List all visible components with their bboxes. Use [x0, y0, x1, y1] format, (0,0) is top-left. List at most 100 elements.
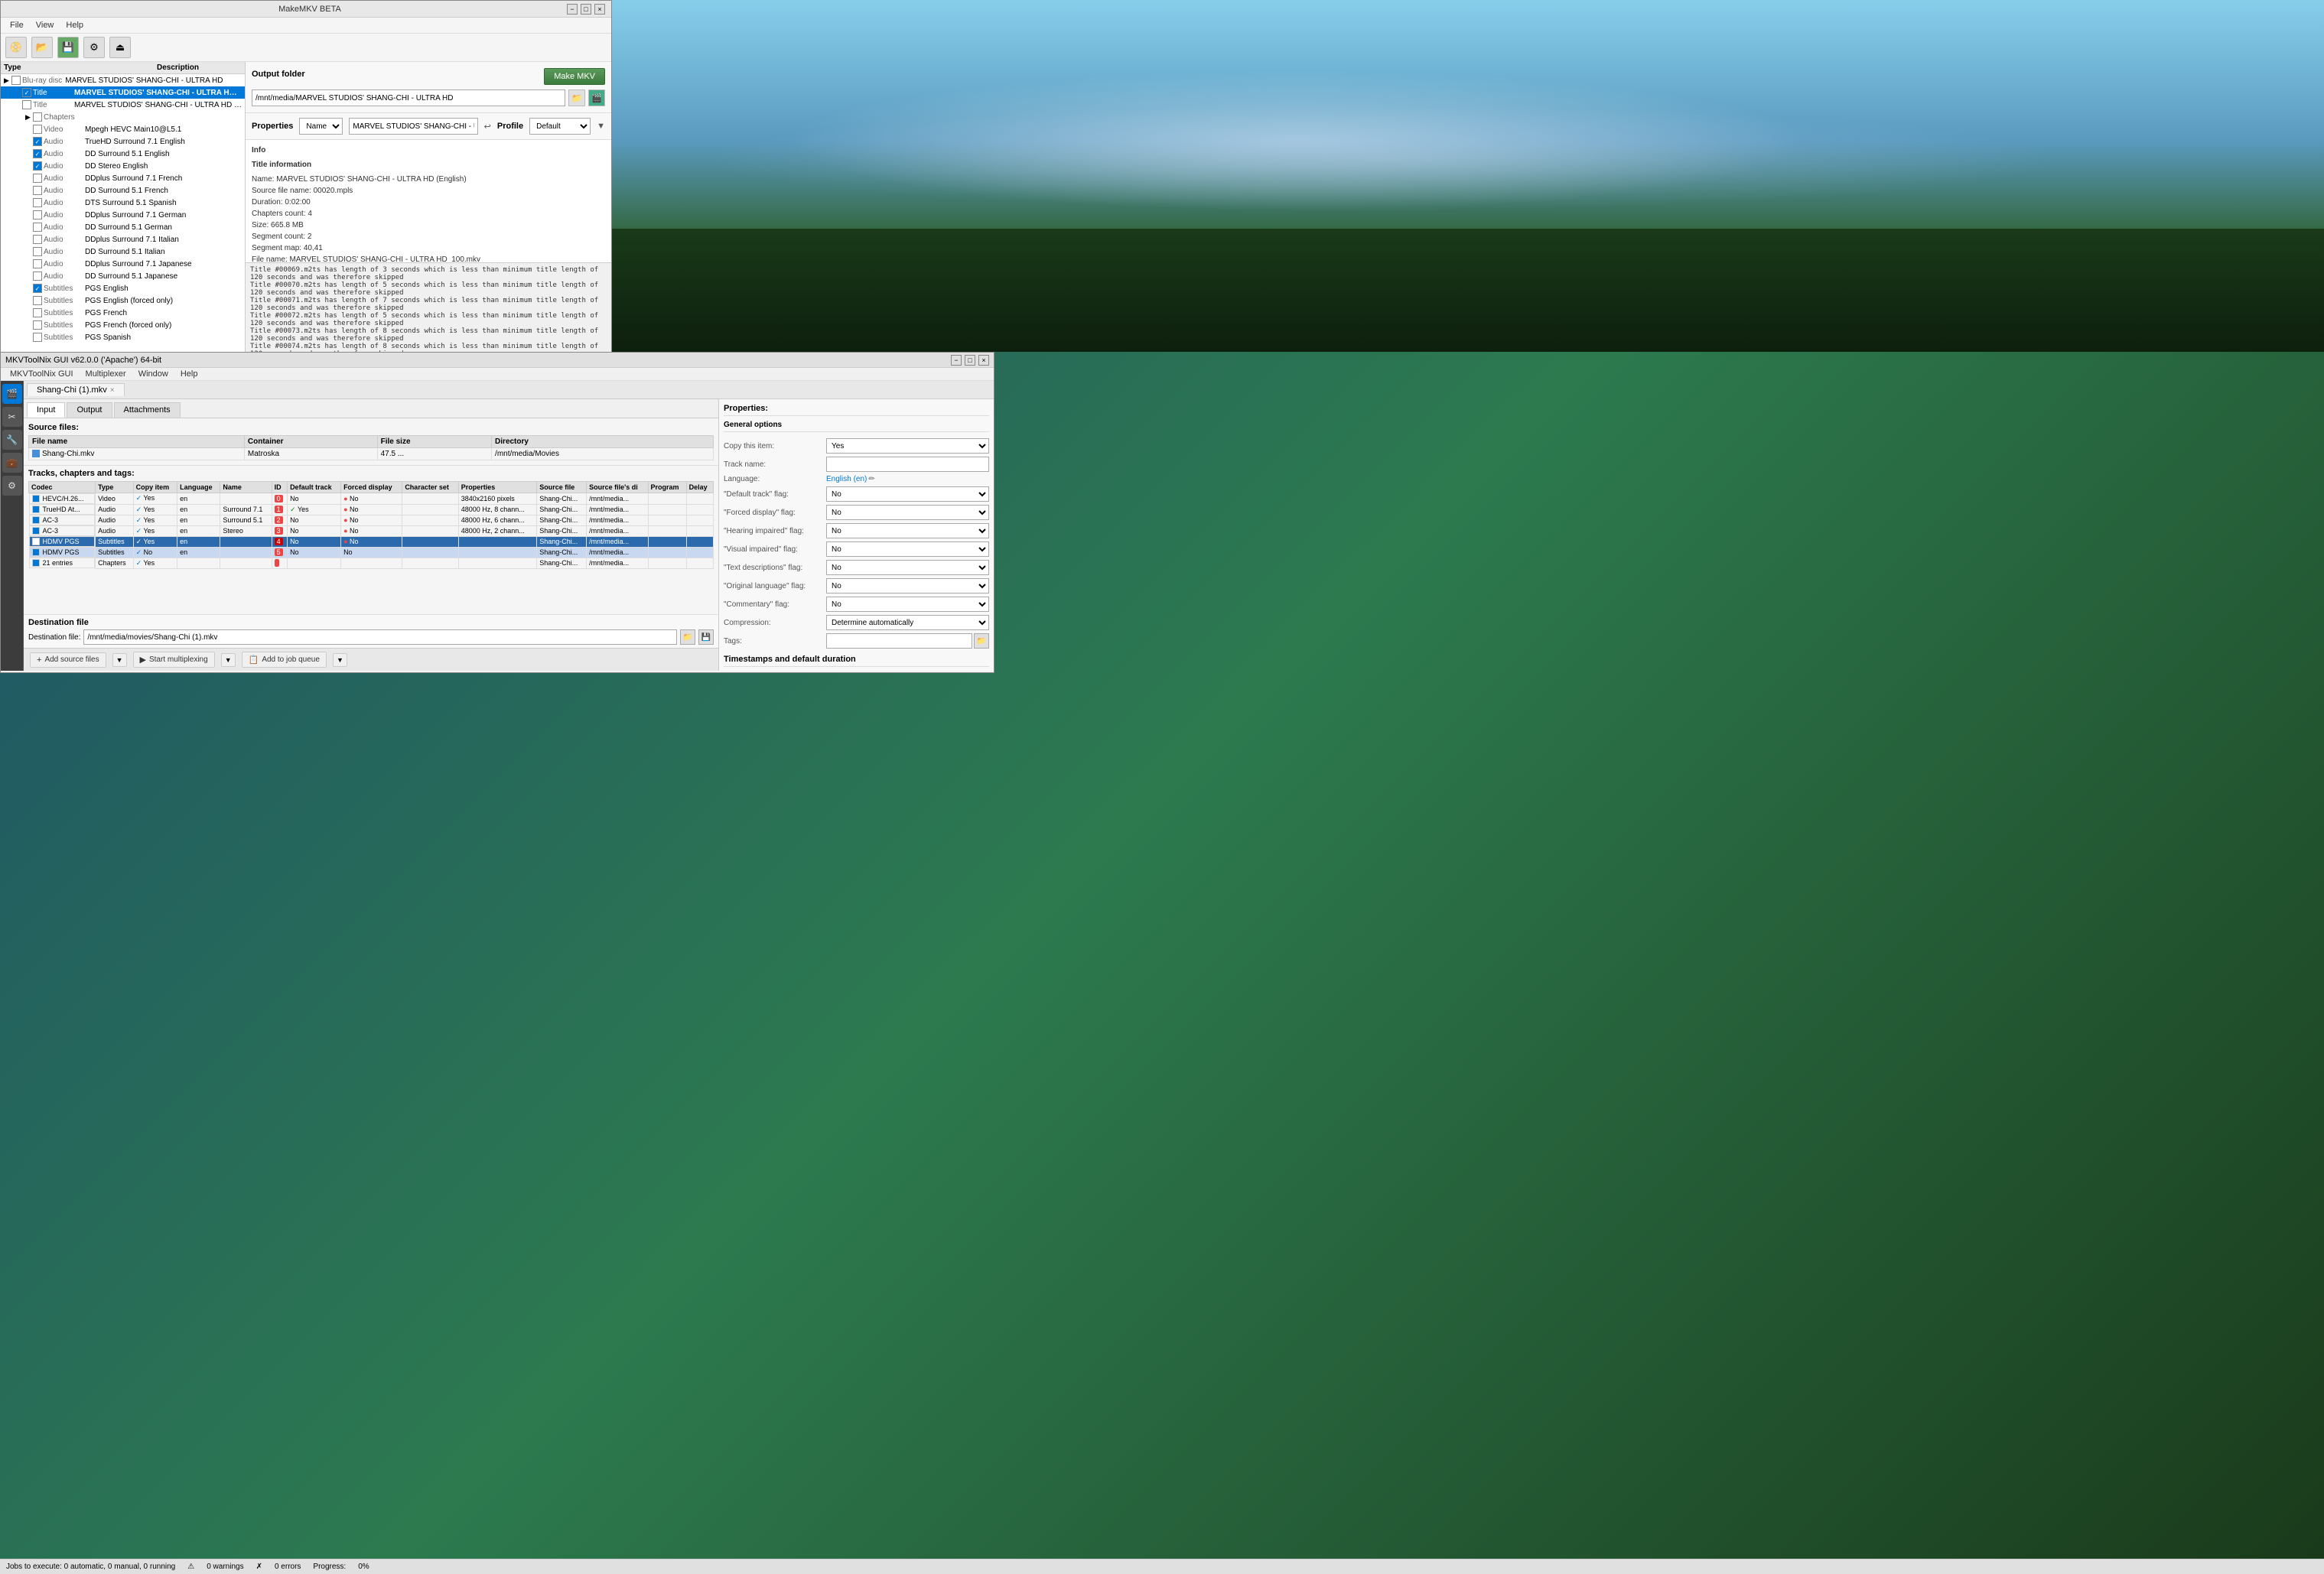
property-dropdown[interactable]: No: [826, 505, 989, 520]
destination-browse-button[interactable]: 📁: [680, 629, 695, 645]
tree-checkbox[interactable]: [33, 125, 42, 134]
tree-checkbox[interactable]: [33, 112, 42, 122]
tree-item[interactable]: ✓SubtitlesPGS English: [1, 282, 245, 294]
menu-view[interactable]: View: [30, 19, 60, 31]
tree-checkbox[interactable]: [22, 100, 31, 109]
track-row[interactable]: AC-3 Audio ✓ Yes en Stereo 3 No ● No 480…: [29, 525, 714, 536]
menu-file[interactable]: File: [4, 19, 30, 31]
menu-help[interactable]: Help: [174, 369, 204, 379]
tree-checkbox[interactable]: [33, 186, 42, 195]
property-dropdown[interactable]: No: [826, 597, 989, 612]
tree-checkbox[interactable]: [33, 333, 42, 342]
property-dropdown[interactable]: No: [826, 541, 989, 557]
property-dropdown[interactable]: No: [826, 523, 989, 538]
tree-checkbox[interactable]: [33, 308, 42, 317]
track-row[interactable]: HDMV PGS Subtitles ✓ Yes en 4 No ● No Sh…: [29, 536, 714, 547]
tree-item[interactable]: ✓AudioDD Surround 5.1 English: [1, 148, 245, 160]
tree-item[interactable]: AudioDD Surround 5.1 French: [1, 184, 245, 197]
menu-multiplexer[interactable]: Multiplexer: [80, 369, 132, 379]
tree-checkbox[interactable]: [33, 198, 42, 207]
tree-checkbox[interactable]: [11, 76, 21, 85]
mkvtoolnix-maximize-button[interactable]: □: [965, 355, 975, 366]
tree-item[interactable]: SubtitlesPGS French: [1, 307, 245, 319]
eject-button[interactable]: ⏏: [109, 37, 131, 58]
tree-checkbox[interactable]: ✓: [22, 88, 31, 97]
tree-checkbox[interactable]: [33, 235, 42, 244]
property-file-input[interactable]: [826, 633, 972, 649]
tree-checkbox[interactable]: [33, 210, 42, 220]
menu-window[interactable]: Window: [132, 369, 174, 379]
track-row[interactable]: 21 entries Chapters ✓ Yes Shang-Chi... /…: [29, 558, 714, 568]
tree-item[interactable]: VideoMpegh HEVC Main10@L5.1: [1, 123, 245, 135]
settings-button[interactable]: ⚙: [83, 37, 105, 58]
output-folder-input[interactable]: [252, 89, 565, 106]
tree-item[interactable]: ▶Chapters: [1, 111, 245, 123]
tree-checkbox[interactable]: [33, 320, 42, 330]
tab-output[interactable]: Output: [67, 402, 112, 418]
property-file-button[interactable]: 📁: [974, 633, 989, 649]
file-row[interactable]: Shang-Chi.mkv Matroska 47.5 ... /mnt/med…: [29, 448, 714, 460]
property-link[interactable]: English (en): [826, 475, 867, 483]
open-disc-button[interactable]: 📀: [5, 37, 27, 58]
tree-item[interactable]: AudioDDplus Surround 7.1 Italian: [1, 233, 245, 246]
name-input[interactable]: [349, 118, 477, 135]
start-multiplexing-arrow[interactable]: ▼: [221, 653, 236, 667]
property-dropdown[interactable]: No: [826, 578, 989, 594]
sidebar-split-icon[interactable]: ✂: [2, 407, 22, 427]
tree-item[interactable]: AudioDDplus Surround 7.1 Japanese: [1, 258, 245, 270]
tree-item[interactable]: ✓TitleMARVEL STUDIOS' SHANG-CHI - ULTRA …: [1, 86, 245, 99]
log-section[interactable]: Title #00069.m2ts has length of 3 second…: [246, 262, 611, 354]
add-to-job-queue-button[interactable]: 📋 Add to job queue: [242, 652, 327, 668]
edit-icon[interactable]: ✏: [868, 475, 874, 483]
add-source-files-button[interactable]: + Add source files: [30, 652, 106, 668]
tree-checkbox[interactable]: [33, 272, 42, 281]
property-dropdown[interactable]: Determine automatically: [826, 615, 989, 630]
tree-item[interactable]: ✓AudioDD Stereo English: [1, 160, 245, 172]
track-row[interactable]: TrueHD At... Audio ✓ Yes en Surround 7.1…: [29, 504, 714, 515]
tree-item[interactable]: SubtitlesPGS Spanish: [1, 331, 245, 343]
main-tab[interactable]: Shang-Chi (1).mkv ×: [27, 383, 125, 396]
tree-item[interactable]: AudioDDplus Surround 7.1 German: [1, 209, 245, 221]
tab-attachments[interactable]: Attachments: [114, 402, 181, 418]
property-dropdown[interactable]: No: [826, 560, 989, 575]
tree-checkbox[interactable]: [33, 247, 42, 256]
tree-checkbox[interactable]: [33, 259, 42, 268]
sidebar-tools-icon[interactable]: 🔧: [2, 430, 22, 450]
tree-item[interactable]: SubtitlesPGS English (forced only): [1, 294, 245, 307]
minimize-button[interactable]: −: [567, 4, 578, 15]
sidebar-settings-icon[interactable]: ⚙: [2, 476, 22, 496]
backup-button[interactable]: 💾: [57, 37, 79, 58]
mkvtoolnix-minimize-button[interactable]: −: [951, 355, 962, 366]
close-button[interactable]: ×: [594, 4, 605, 15]
tree-checkbox[interactable]: ✓: [33, 137, 42, 146]
name-dropdown[interactable]: Name: [299, 118, 343, 135]
tree-checkbox[interactable]: [33, 223, 42, 232]
property-dropdown[interactable]: No: [826, 486, 989, 502]
tree-checkbox[interactable]: ✓: [33, 149, 42, 158]
tree-checkbox[interactable]: ✓: [33, 284, 42, 293]
track-row[interactable]: AC-3 Audio ✓ Yes en Surround 5.1 2 No ● …: [29, 515, 714, 525]
track-row[interactable]: HDMV PGS Subtitles ✓ No en 5 No No Shang…: [29, 547, 714, 558]
tree-checkbox[interactable]: ✓: [33, 161, 42, 171]
profile-dropdown[interactable]: Default: [529, 118, 591, 135]
add-source-files-arrow[interactable]: ▼: [112, 653, 127, 667]
open-file-button[interactable]: 📂: [31, 37, 53, 58]
tree-item[interactable]: AudioDD Surround 5.1 Italian: [1, 246, 245, 258]
tree-item[interactable]: AudioDD Surround 5.1 Japanese: [1, 270, 245, 282]
tree-item[interactable]: ✓AudioTrueHD Surround 7.1 English: [1, 135, 245, 148]
destination-input[interactable]: [83, 629, 677, 645]
property-dropdown[interactable]: Yes: [826, 438, 989, 454]
profile-edit-icon[interactable]: ▼: [597, 122, 605, 131]
property-input[interactable]: [826, 457, 989, 472]
reset-icon[interactable]: ↩: [484, 122, 491, 132]
tree-item[interactable]: TitleMARVEL STUDIOS' SHANG-CHI - ULTRA H…: [1, 99, 245, 111]
tree-item[interactable]: ▶Blu-ray discMARVEL STUDIOS' SHANG-CHI -…: [1, 74, 245, 86]
tab-input[interactable]: Input: [27, 402, 65, 418]
tree-checkbox[interactable]: [33, 174, 42, 183]
maximize-button[interactable]: □: [581, 4, 591, 15]
tree-item[interactable]: AudioDD Surround 5.1 German: [1, 221, 245, 233]
start-multiplexing-button[interactable]: ▶ Start multiplexing: [133, 652, 215, 668]
make-mkv-button[interactable]: Make MKV: [544, 68, 605, 85]
menu-toolbox[interactable]: MKVToolNix GUI: [4, 369, 80, 379]
sidebar-merge-icon[interactable]: 🎬: [2, 384, 22, 404]
